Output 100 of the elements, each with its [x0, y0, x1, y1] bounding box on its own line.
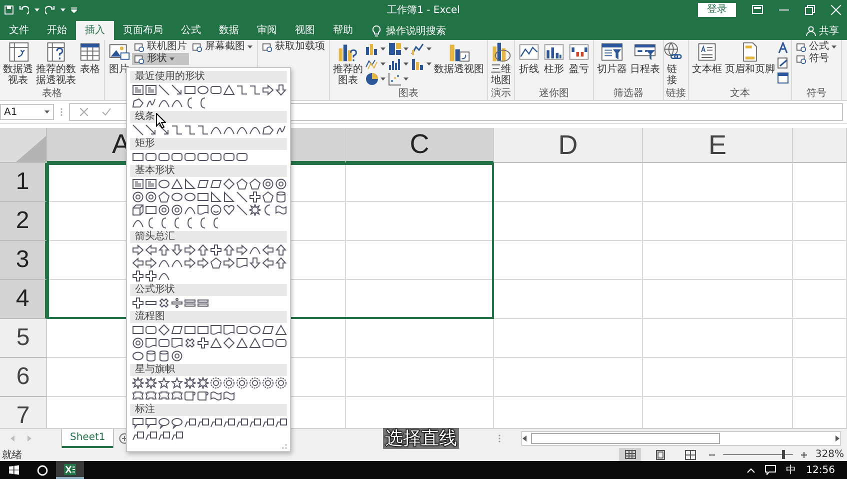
rectangle-icon[interactable]	[184, 324, 196, 336]
row-header[interactable]: 5	[0, 319, 47, 358]
elbow-connector-icon[interactable]	[249, 84, 261, 96]
right-arrow-icon[interactable]	[145, 257, 157, 269]
oval-icon[interactable]	[249, 324, 261, 336]
parallelogram-icon[interactable]	[197, 178, 209, 190]
circle-icon[interactable]	[171, 204, 183, 216]
chevron-up-icon[interactable]	[747, 468, 756, 472]
pentagon-icon[interactable]	[210, 257, 222, 269]
up-arrow-icon[interactable]	[223, 244, 235, 256]
line-callout-icon[interactable]	[236, 417, 248, 429]
circle-icon[interactable]	[275, 178, 287, 190]
pie-chart-icon[interactable]	[365, 72, 379, 86]
down-arrow-icon[interactable]	[275, 84, 287, 96]
ribbon-button[interactable]: 页眉和页脚	[724, 41, 776, 75]
plus-icon[interactable]	[210, 244, 222, 256]
scribble-icon[interactable]	[145, 97, 157, 109]
line-callout-icon[interactable]	[197, 417, 209, 429]
ribbon-button[interactable]: 日程表	[629, 41, 661, 75]
star-icon[interactable]	[158, 377, 170, 389]
line-callout-icon[interactable]	[275, 417, 287, 429]
ribbon-tab[interactable]: 数据	[210, 21, 248, 40]
line-icon[interactable]	[132, 124, 144, 136]
rounded-rectangle-icon[interactable]	[275, 337, 287, 349]
right-arrow-icon[interactable]	[236, 244, 248, 256]
curve-icon[interactable]	[171, 257, 183, 269]
right-triangle-icon[interactable]	[210, 191, 222, 203]
oval-callout-icon[interactable]	[158, 417, 170, 429]
diamond-icon[interactable]	[223, 337, 235, 349]
normal-view-icon[interactable]	[624, 450, 636, 459]
ribbon-tab[interactable]: 文件	[0, 21, 38, 40]
triangle-icon[interactable]	[249, 337, 261, 349]
curve-icon[interactable]	[223, 124, 235, 136]
line-callout-icon[interactable]	[210, 417, 222, 429]
ribbon-tab[interactable]: 审阅	[248, 21, 286, 40]
circle-icon[interactable]	[262, 178, 274, 190]
page-break-icon[interactable]	[684, 450, 696, 460]
pentagon-icon[interactable]	[158, 191, 170, 203]
document-icon[interactable]	[145, 337, 157, 349]
cylinder-icon[interactable]	[145, 350, 157, 362]
multiply-icon[interactable]	[158, 297, 170, 309]
freeform-icon[interactable]	[262, 124, 274, 136]
plus-icon[interactable]	[145, 270, 157, 282]
text-box-icon[interactable]	[145, 84, 157, 96]
rounded-rectangle-icon[interactable]	[171, 151, 183, 163]
row-header[interactable]: 3	[0, 241, 47, 280]
line-callout-icon[interactable]	[249, 417, 261, 429]
scroll-icon[interactable]	[184, 390, 196, 402]
scroll-icon[interactable]	[197, 390, 209, 402]
document-icon[interactable]	[197, 204, 209, 216]
ribbon-banner-icon[interactable]	[158, 390, 170, 402]
ribbon-button[interactable]: 数据透视图	[433, 41, 485, 75]
sign-in-button[interactable]: 登录	[698, 2, 736, 16]
seal-icon[interactable]	[262, 377, 274, 389]
rectangle-icon[interactable]	[145, 204, 157, 216]
word-art-icon[interactable]	[777, 42, 789, 54]
ribbon-tab[interactable]: 视图	[286, 21, 324, 40]
arrow-line-icon[interactable]	[171, 84, 183, 96]
triangle-icon[interactable]	[210, 337, 222, 349]
sheet-tab[interactable]: Sheet1	[62, 429, 114, 448]
right-arrow-icon[interactable]	[223, 257, 235, 269]
row-header[interactable]: 7	[0, 397, 47, 428]
column-header[interactable]: E	[643, 128, 793, 163]
curve-icon[interactable]	[249, 244, 261, 256]
star-icon[interactable]	[171, 377, 183, 389]
arrow-line-icon[interactable]	[145, 124, 157, 136]
text-box-icon[interactable]	[132, 178, 144, 190]
diamond-icon[interactable]	[158, 324, 170, 336]
rectangle-icon[interactable]	[132, 151, 144, 163]
burst-icon[interactable]	[132, 377, 144, 389]
plus-icon[interactable]	[132, 270, 144, 282]
document-icon[interactable]	[210, 324, 222, 336]
slider-thumb[interactable]	[782, 450, 785, 459]
ribbon-button[interactable]: 数据透视表	[2, 41, 34, 86]
right-arrow-icon[interactable]	[132, 244, 144, 256]
ribbon-tab[interactable]: 帮助	[324, 21, 362, 40]
line-callout-icon[interactable]	[171, 430, 183, 442]
oval-icon[interactable]	[158, 178, 170, 190]
ribbon-banner-icon[interactable]	[132, 390, 144, 402]
parallelogram-icon[interactable]	[262, 324, 274, 336]
plus-icon[interactable]	[197, 337, 209, 349]
equal-icon[interactable]	[197, 297, 209, 309]
line-callout-icon[interactable]	[158, 430, 170, 442]
curve-icon[interactable]	[158, 97, 170, 109]
ribbon-button[interactable]: 公式	[794, 41, 839, 53]
down-arrow-icon[interactable]	[249, 257, 261, 269]
parallelogram-icon[interactable]	[210, 178, 222, 190]
plus-icon[interactable]	[132, 297, 144, 309]
up-arrow-icon[interactable]	[158, 244, 170, 256]
wave-banner-icon[interactable]	[210, 390, 222, 402]
rounded-rectangle-icon[interactable]	[145, 324, 157, 336]
ribbon-button[interactable]: 符号	[794, 53, 839, 65]
arrow-line-icon[interactable]	[158, 124, 170, 136]
ribbon-button[interactable]: 链接	[666, 41, 678, 86]
ribbon-banner-icon[interactable]	[145, 390, 157, 402]
line-callout-icon[interactable]	[132, 430, 144, 442]
line-icon[interactable]	[236, 191, 248, 203]
ribbon-banner-icon[interactable]	[171, 390, 183, 402]
notification-icon[interactable]	[765, 465, 776, 475]
cylinder-icon[interactable]	[158, 350, 170, 362]
